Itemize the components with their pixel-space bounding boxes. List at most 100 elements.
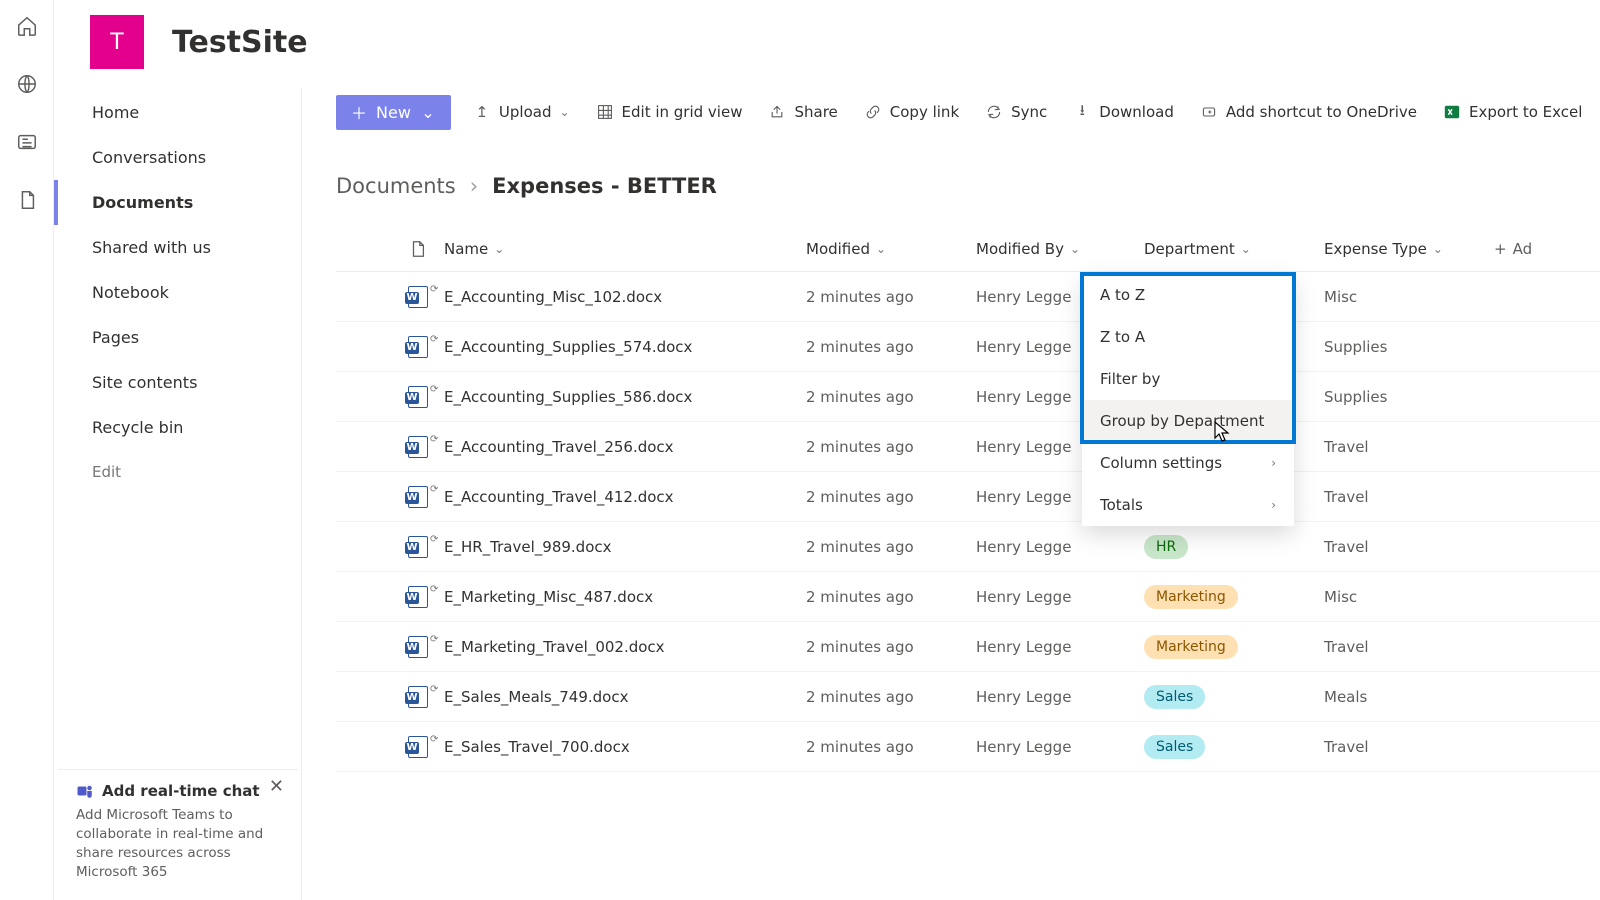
sync-button[interactable]: Sync (981, 97, 1051, 127)
export-label: Export to Excel (1469, 103, 1582, 121)
table-row[interactable]: ⟳E_Accounting_Supplies_574.docx 2 minute… (336, 322, 1600, 372)
add-shortcut-button[interactable]: Add shortcut to OneDrive (1196, 97, 1421, 127)
word-doc-icon (408, 386, 428, 408)
modifiedby-cell: Henry Legge (976, 638, 1144, 656)
nav-site-contents[interactable]: Site contents (54, 360, 301, 405)
site-logo[interactable]: T (90, 15, 144, 69)
sync-status-icon: ⟳ (430, 384, 438, 395)
column-department-header[interactable]: Department⌄ (1144, 240, 1324, 258)
nav-documents[interactable]: Documents (54, 180, 301, 225)
globe-icon[interactable] (15, 72, 39, 96)
word-doc-icon (408, 486, 428, 508)
col-exp-label: Expense Type (1324, 240, 1427, 258)
plus-icon: + (1494, 240, 1507, 258)
table-row[interactable]: ⟳E_Sales_Meals_749.docx 2 minutes ago He… (336, 672, 1600, 722)
menu-group-by-department[interactable]: Group by Department (1082, 400, 1294, 442)
nav-shared[interactable]: Shared with us (54, 225, 301, 270)
new-button[interactable]: ＋ New ⌄ (336, 95, 451, 130)
app-rail (0, 0, 54, 900)
department-cell: Marketing (1144, 635, 1324, 659)
share-label: Share (794, 103, 837, 121)
breadcrumb-leaf: Expenses - BETTER (492, 174, 717, 198)
nav-conversations[interactable]: Conversations (54, 135, 301, 180)
table-row[interactable]: ⟳E_Marketing_Travel_002.docx 2 minutes a… (336, 622, 1600, 672)
department-pill: Sales (1144, 735, 1205, 759)
expensetype-cell: Travel (1324, 638, 1494, 656)
menu-a-to-z[interactable]: A to Z (1082, 274, 1294, 316)
col-settings-label: Column settings (1100, 454, 1222, 472)
file-name-cell[interactable]: ⟳E_Marketing_Travel_002.docx (440, 638, 806, 656)
department-pill: Sales (1144, 685, 1205, 709)
column-modified-header[interactable]: Modified⌄ (806, 240, 976, 258)
news-icon[interactable] (15, 130, 39, 154)
sync-status-icon: ⟳ (430, 284, 438, 295)
column-modifiedby-header[interactable]: Modified By⌄ (976, 240, 1144, 258)
file-name-cell[interactable]: ⟳E_Accounting_Travel_412.docx (440, 488, 806, 506)
close-icon[interactable]: ✕ (269, 776, 284, 797)
upload-label: Upload (499, 103, 552, 121)
file-name-cell[interactable]: ⟳E_Accounting_Travel_256.docx (440, 438, 806, 456)
word-doc-icon (408, 636, 428, 658)
breadcrumb-root[interactable]: Documents (336, 174, 456, 198)
nav-notebook[interactable]: Notebook (54, 270, 301, 315)
upload-button[interactable]: ↥ Upload ⌄ (469, 97, 574, 127)
department-pill: Marketing (1144, 635, 1238, 659)
word-doc-icon (408, 336, 428, 358)
copy-link-button[interactable]: Copy link (860, 97, 963, 127)
expensetype-cell: Travel (1324, 488, 1494, 506)
column-expensetype-header[interactable]: Expense Type⌄ (1324, 240, 1494, 258)
menu-column-settings[interactable]: Column settings› (1082, 442, 1294, 484)
menu-filter-by[interactable]: Filter by (1082, 358, 1294, 400)
home-icon[interactable] (15, 14, 39, 38)
column-context-menu: A to Z Z to A Filter by Group by Departm… (1082, 274, 1294, 526)
chevron-down-icon: ⌄ (494, 242, 504, 256)
department-pill: HR (1144, 535, 1188, 559)
menu-totals[interactable]: Totals› (1082, 484, 1294, 526)
chevron-down-icon: ⌄ (876, 242, 886, 256)
nav-recycle-bin[interactable]: Recycle bin (54, 405, 301, 450)
file-name-cell[interactable]: ⟳E_Marketing_Misc_487.docx (440, 588, 806, 606)
edit-grid-button[interactable]: Edit in grid view (592, 97, 747, 127)
sync-status-icon: ⟳ (430, 584, 438, 595)
chevron-down-icon: ⌄ (1241, 242, 1251, 256)
new-label: New (376, 103, 411, 122)
files-icon[interactable] (15, 188, 39, 212)
file-name-cell[interactable]: ⟳E_Sales_Travel_700.docx (440, 738, 806, 756)
modified-cell: 2 minutes ago (806, 438, 976, 456)
department-cell: Marketing (1144, 585, 1324, 609)
expensetype-cell: Misc (1324, 588, 1494, 606)
add-column-header[interactable]: +Ad (1494, 240, 1574, 258)
edit-grid-label: Edit in grid view (622, 103, 743, 121)
modified-cell: 2 minutes ago (806, 388, 976, 406)
expensetype-cell: Supplies (1324, 338, 1494, 356)
download-button[interactable]: ⭳ Download (1069, 97, 1178, 127)
modified-cell: 2 minutes ago (806, 488, 976, 506)
file-name-cell[interactable]: ⟳E_Accounting_Supplies_574.docx (440, 338, 806, 356)
column-name-header[interactable]: Name⌄ (440, 240, 806, 258)
modifiedby-cell: Henry Legge (976, 538, 1144, 556)
menu-z-to-a[interactable]: Z to A (1082, 316, 1294, 358)
nav-edit[interactable]: Edit (54, 450, 301, 494)
table-row[interactable]: ⟳E_HR_Travel_989.docx 2 minutes ago Henr… (336, 522, 1600, 572)
excel-icon (1443, 103, 1461, 121)
table-row[interactable]: ⟳E_Accounting_Supplies_586.docx 2 minute… (336, 372, 1600, 422)
nav-pages[interactable]: Pages (54, 315, 301, 360)
file-name-cell[interactable]: ⟳E_Sales_Meals_749.docx (440, 688, 806, 706)
share-button[interactable]: Share (764, 97, 841, 127)
table-row[interactable]: ⟳E_Sales_Travel_700.docx 2 minutes ago H… (336, 722, 1600, 772)
modifiedby-cell: Henry Legge (976, 688, 1144, 706)
file-name-cell[interactable]: ⟳E_Accounting_Misc_102.docx (440, 288, 806, 306)
sync-status-icon: ⟳ (430, 534, 438, 545)
column-doctype[interactable] (396, 239, 440, 259)
table-row[interactable]: ⟳E_Marketing_Misc_487.docx 2 minutes ago… (336, 572, 1600, 622)
nav-home[interactable]: Home (54, 90, 301, 135)
chevron-down-icon: ⌄ (1070, 242, 1080, 256)
file-name-cell[interactable]: ⟳E_Accounting_Supplies_586.docx (440, 388, 806, 406)
file-name-cell[interactable]: ⟳E_HR_Travel_989.docx (440, 538, 806, 556)
table-row[interactable]: ⟳E_Accounting_Travel_412.docx 2 minutes … (336, 472, 1600, 522)
export-excel-button[interactable]: Export to Excel (1439, 97, 1586, 127)
command-bar: ＋ New ⌄ ↥ Upload ⌄ Edit in grid view Sha… (336, 92, 1600, 132)
sync-label: Sync (1011, 103, 1047, 121)
table-row[interactable]: ⟳E_Accounting_Misc_102.docx 2 minutes ag… (336, 272, 1600, 322)
table-row[interactable]: ⟳E_Accounting_Travel_256.docx 2 minutes … (336, 422, 1600, 472)
